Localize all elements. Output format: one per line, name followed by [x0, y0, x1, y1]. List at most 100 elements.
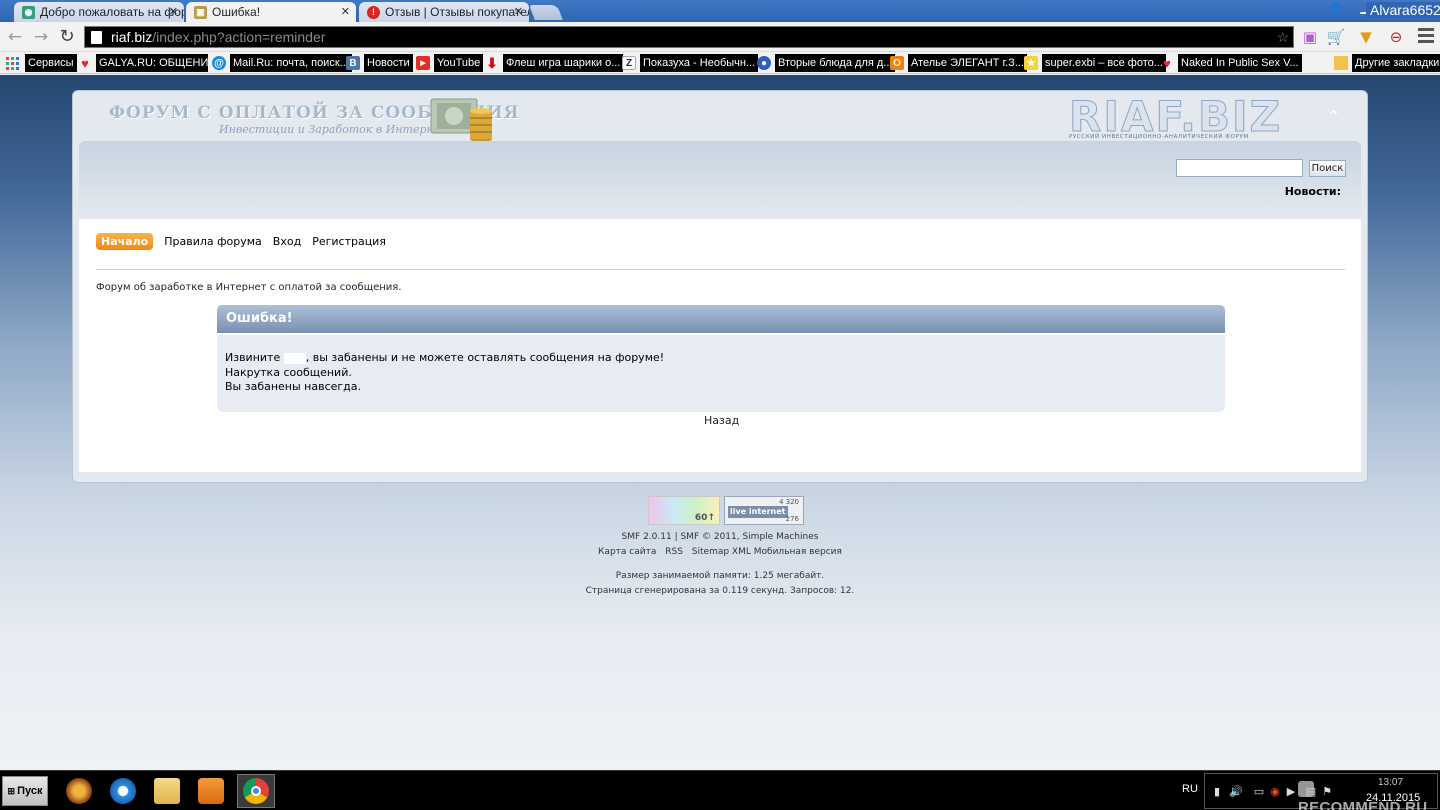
bookmark-services[interactable]: Сервисы	[6, 53, 77, 73]
otzovik-icon: !	[367, 5, 380, 19]
chrome-icon	[243, 778, 269, 804]
address-bar[interactable]: riaf.biz/index.php?action=reminder ☆	[84, 26, 1294, 48]
user-profile-icon[interactable]: 👤	[1328, 2, 1344, 16]
tab-strip: ◉ Добро пожаловать на фор ✕ ▣ Ошибка! ✕ …	[0, 0, 1440, 22]
bookmark-atelier[interactable]: O Ателье ЭЛЕГАНТ г.З...	[890, 53, 1027, 73]
taskbar: ⊞ Пуск RU ▮ 🔊 ▭ ◉ ▶ ▤ ⚑ 13:07 24.11.2015	[0, 770, 1440, 810]
menu-rules[interactable]: Правила форума	[164, 235, 262, 248]
url-host: riaf.biz	[111, 29, 153, 45]
stat-counter-badge[interactable]: 60↑	[648, 496, 720, 525]
error-line-duration: Вы забанены навсегда.	[225, 380, 362, 393]
vk-icon: В	[346, 56, 360, 70]
bookmark-pokazuha[interactable]: Z Показуха - Необычн...	[622, 53, 759, 73]
close-icon[interactable]: ✕	[169, 5, 178, 18]
news-label: Новости:	[1284, 185, 1341, 198]
bookmark-flash-game[interactable]: ⬇ Флеш игра шарики о...	[485, 53, 624, 73]
taskbar-media-player[interactable]	[192, 774, 230, 808]
bookmark-star-icon[interactable]: ☆	[1276, 29, 1289, 46]
globe-icon: ◉	[22, 5, 35, 19]
stat-counter-value: 60↑	[694, 513, 715, 523]
mailru-icon: @	[212, 56, 226, 70]
media-icon[interactable]: ▶	[1285, 786, 1297, 798]
bookmark-cooking[interactable]: ● Вторые блюда для д...	[757, 53, 896, 73]
forward-arrow-icon[interactable]: →	[30, 26, 52, 48]
page-icon	[91, 30, 102, 44]
taskbar-game[interactable]	[60, 774, 98, 808]
footer-links: Карта сайта RSS Sitemap XML Мобильная ве…	[0, 545, 1440, 560]
close-icon[interactable]: ✕	[341, 5, 350, 18]
start-button[interactable]: ⊞ Пуск	[2, 776, 48, 806]
volume-icon[interactable]: 🔊	[1229, 786, 1243, 798]
sitemap-xml-link[interactable]: Sitemap XML	[692, 547, 751, 557]
cart-icon[interactable]: 🛒	[1326, 27, 1346, 47]
bookmark-label: super.exbi – все фото...	[1042, 54, 1166, 72]
language-indicator[interactable]: RU	[1182, 783, 1198, 795]
menu-register[interactable]: Регистрация	[312, 235, 386, 248]
redacted-username	[283, 352, 306, 364]
bookmark-vk-news[interactable]: В Новости	[346, 53, 413, 73]
tab-title: Отзыв | Отзывы покупател	[385, 5, 529, 19]
bookmark-label: Новости	[364, 54, 413, 72]
error-suffix: , вы забанены и не можете оставлять сооб…	[305, 351, 665, 364]
li-counter-bottom: 276	[785, 515, 799, 523]
rss-link[interactable]: RSS	[665, 547, 683, 557]
clock-time[interactable]: 13:07	[1378, 777, 1403, 788]
display-icon[interactable]: ▭	[1253, 786, 1265, 798]
back-arrow-icon[interactable]: ←	[4, 26, 26, 48]
bookmark-other[interactable]: Другие закладки	[1334, 53, 1440, 73]
bookmark-naked[interactable]: ♥ Naked In Public Sex V...	[1160, 53, 1302, 73]
shopping-basket-icon[interactable]: ▼	[1356, 27, 1376, 47]
apps-grid-icon	[6, 56, 19, 70]
search-button[interactable]: Поиск	[1309, 160, 1346, 177]
odnoklassniki-icon: O	[890, 56, 904, 70]
taskbar-explorer[interactable]	[148, 774, 186, 808]
bookmark-label: Вторые блюда для д...	[775, 54, 896, 72]
search-input[interactable]	[1176, 159, 1303, 177]
bookmark-mailru[interactable]: @ Mail.Ru: почта, поиск...	[212, 53, 352, 73]
brand-logo: RIAF.BIZ	[1068, 92, 1283, 141]
internet-explorer-icon	[110, 778, 136, 804]
sitemap-link[interactable]: Карта сайта	[598, 547, 656, 557]
purple-extension-icon[interactable]: ▣	[1300, 27, 1320, 47]
bookmark-label: Ателье ЭЛЕГАНТ г.З...	[908, 54, 1027, 72]
li-counter-top: 4 320	[778, 498, 799, 506]
browser-toolbar: ← → ↻ riaf.biz/index.php?action=reminder…	[0, 22, 1440, 52]
menu-home[interactable]: Начало	[96, 233, 154, 250]
clock-date[interactable]: 24.11.2015	[1366, 792, 1420, 804]
bookmark-super-exbi[interactable]: ★ super.exbi – все фото...	[1024, 53, 1166, 73]
footer-generated: Страница сгенерирована за 0.119 секунд. …	[585, 586, 855, 596]
speaker-alert-icon[interactable]: ◉	[1269, 786, 1281, 798]
tab-title: Добро пожаловать на фор	[40, 5, 184, 19]
tab-welcome[interactable]: ◉ Добро пожаловать на фор ✕	[14, 2, 184, 22]
bookmark-label: Другие закладки	[1352, 54, 1440, 72]
back-link[interactable]: Назад	[704, 414, 739, 427]
profile-name[interactable]: Alvara6652	[1366, 2, 1440, 18]
folder-icon	[1334, 56, 1348, 70]
mobile-version-link[interactable]: Мобильная версия	[754, 547, 842, 557]
usb-icon[interactable]: ▮	[1211, 786, 1223, 798]
money-logo-icon	[430, 98, 492, 142]
tab-error[interactable]: ▣ Ошибка! ✕	[186, 2, 356, 22]
error-message: Извините , вы забанены и не можете остав…	[217, 335, 1225, 412]
taskbar-ie[interactable]	[104, 774, 142, 808]
new-tab-button[interactable]	[529, 5, 563, 20]
taskbar-chrome[interactable]	[237, 774, 275, 808]
bookmark-youtube[interactable]: ▶ YouTube	[416, 53, 484, 73]
collapse-header-icon[interactable]: ⌃	[1327, 107, 1340, 126]
tab-otzovik[interactable]: ! Отзыв | Отзывы покупател ✕	[359, 2, 529, 22]
file-explorer-icon	[154, 778, 180, 804]
smf-version-link[interactable]: SMF 2.0.11	[622, 532, 672, 542]
bookmark-galya[interactable]: ♥ GALYA.RU: ОБЩЕНИ...	[78, 53, 208, 73]
reload-icon[interactable]: ↻	[56, 26, 78, 48]
network-icon[interactable]: ▤	[1305, 786, 1317, 798]
menu-login[interactable]: Вход	[273, 235, 301, 248]
smf-copyright-link[interactable]: SMF © 2011, Simple Machines	[680, 532, 818, 542]
close-icon[interactable]: ✕	[514, 5, 523, 18]
cooking-icon: ●	[757, 56, 771, 70]
page-viewport: Форум с оплатой за сообщения Инвестиции …	[0, 75, 1440, 770]
eplus-icon[interactable]: ⊖	[1386, 27, 1406, 47]
flag-icon[interactable]: ⚑	[1321, 786, 1333, 798]
liveinternet-counter[interactable]: 4 320 live internet 276	[724, 496, 804, 525]
chrome-menu-icon[interactable]	[1418, 28, 1434, 46]
heart-icon: ♥	[1163, 55, 1171, 71]
